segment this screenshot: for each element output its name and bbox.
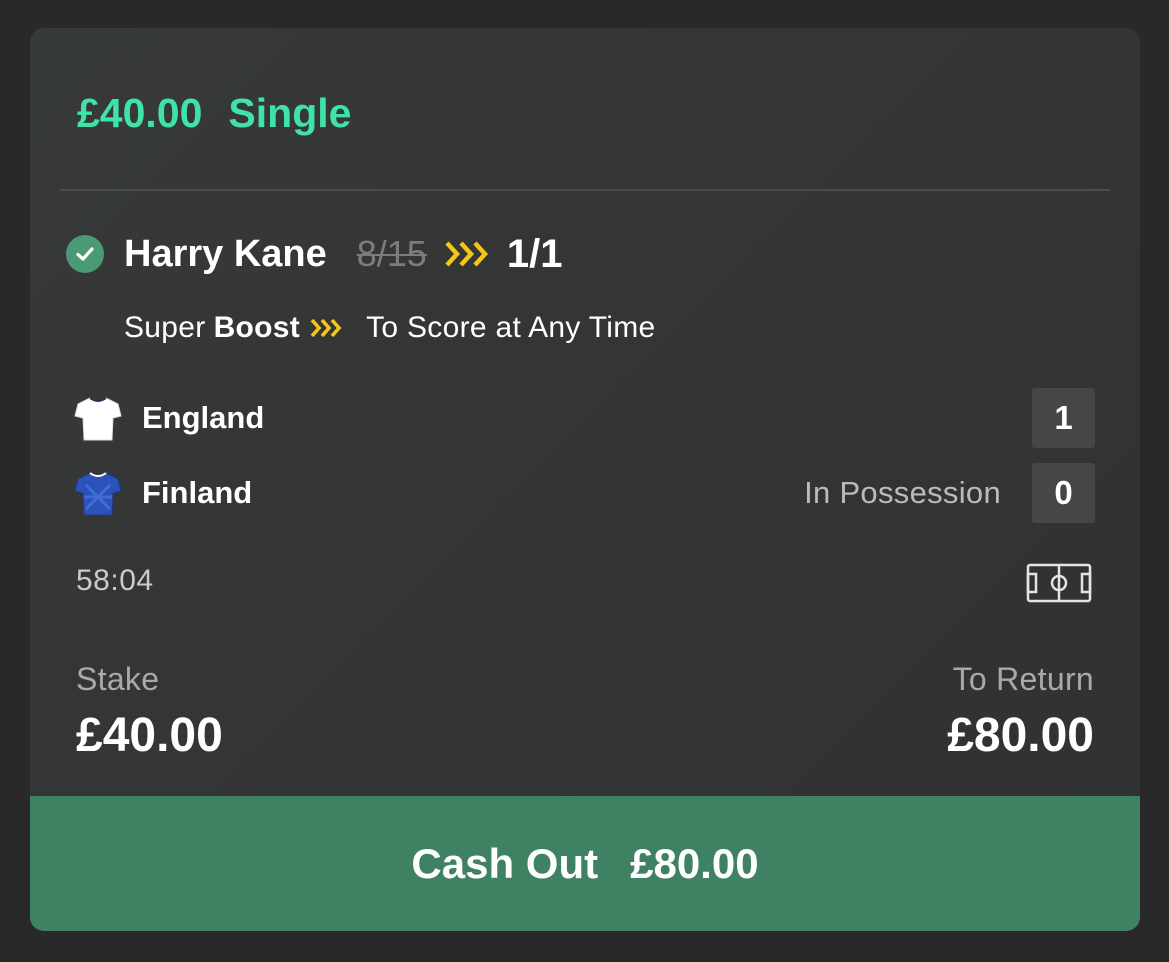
stake-value: £40.00	[76, 709, 223, 762]
new-odds: 1/1	[506, 231, 563, 276]
stake-label: Stake	[76, 661, 160, 697]
bet-amount: £40.00	[77, 90, 203, 136]
cash-out-amount: £80.00	[630, 839, 759, 887]
boost-chevrons-icon	[445, 240, 491, 268]
cash-out-button[interactable]: Cash Out £80.00	[30, 796, 1140, 931]
to-return-value: £80.00	[947, 709, 1094, 762]
bet-header: £40.00 Single	[77, 90, 351, 137]
team-score: 1	[1032, 388, 1095, 448]
team-name: Finland	[142, 475, 253, 510]
market-row: Super Boost To Score at Any Time	[124, 308, 656, 348]
boost-chevrons-small-icon	[310, 317, 346, 339]
bet-card: £40.00 Single Harry Kane 8/15 1/1 Super …	[30, 28, 1140, 931]
white-shirt-icon	[74, 394, 122, 442]
pitch-icon[interactable]	[1026, 563, 1092, 608]
divider	[60, 189, 1110, 191]
team-score: 0	[1032, 463, 1095, 523]
selection-name: Harry Kane	[124, 232, 327, 275]
match-clock: 58:04	[76, 564, 154, 597]
market-name: To Score at Any Time	[366, 311, 656, 344]
market-boost: Boost	[213, 311, 301, 344]
check-icon	[66, 235, 104, 273]
team-name: England	[142, 400, 265, 435]
selection-row: Harry Kane 8/15 1/1	[66, 232, 562, 276]
blue-shirt-icon	[74, 469, 122, 517]
market-prefix: Super	[124, 311, 206, 344]
old-odds: 8/15	[356, 233, 427, 274]
bet-type: Single	[228, 90, 352, 136]
team-row-england: England 1	[74, 388, 1095, 448]
cash-out-label: Cash Out	[411, 839, 599, 887]
team-row-finland: Finland In Possession 0	[74, 463, 1095, 523]
to-return-label: To Return	[952, 661, 1094, 697]
possession-status: In Possession	[804, 475, 1001, 510]
